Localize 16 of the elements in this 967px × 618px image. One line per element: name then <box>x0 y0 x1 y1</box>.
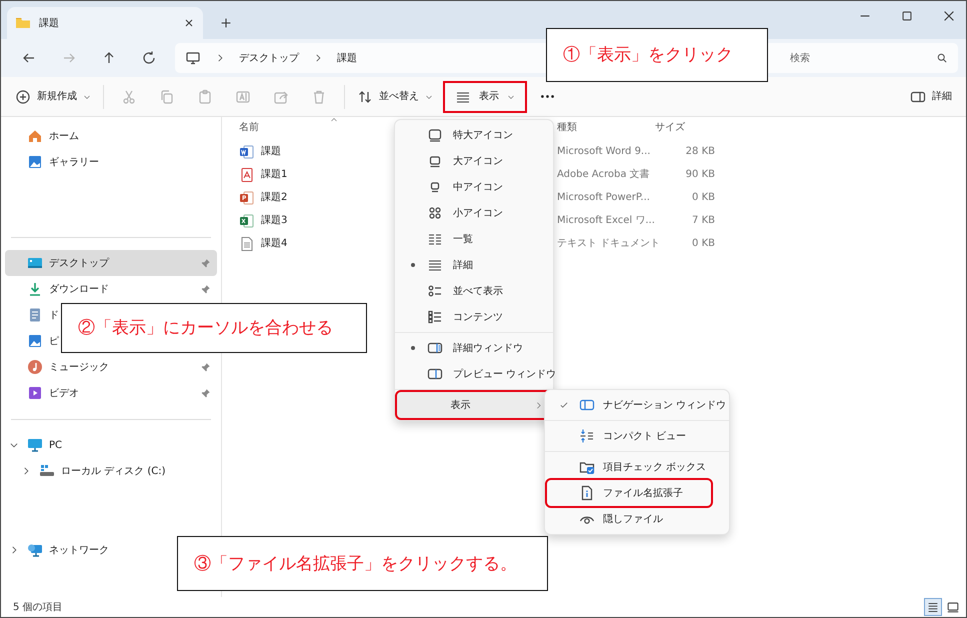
annotation-tooltip: ③「ファイル名拡張子」をクリックする。 <box>177 536 548 591</box>
file-size: 90 KB <box>686 169 715 180</box>
tab-title: 課題 <box>39 16 60 30</box>
file-size: 0 KB <box>692 238 715 249</box>
file-size: 28 KB <box>686 146 715 157</box>
annotation-tooltip: ②「表示」にカーソルを合わせる <box>61 303 367 353</box>
menu-label: 表示 <box>450 398 472 412</box>
file-size: 7 KB <box>692 215 715 226</box>
item-count: 5 個の項目 <box>13 600 63 614</box>
file-size: 0 KB <box>692 192 715 203</box>
file-type: テキスト ドキュメント <box>557 238 660 249</box>
file-type: Microsoft PowerP... <box>557 192 650 203</box>
file-type: Adobe Acroba 文書 <box>557 169 650 180</box>
file-type: Microsoft Excel ワ... <box>557 215 655 226</box>
file-type: Microsoft Word 9... <box>557 146 650 157</box>
annotation-tooltip: ①「表示」をクリック <box>546 28 768 82</box>
